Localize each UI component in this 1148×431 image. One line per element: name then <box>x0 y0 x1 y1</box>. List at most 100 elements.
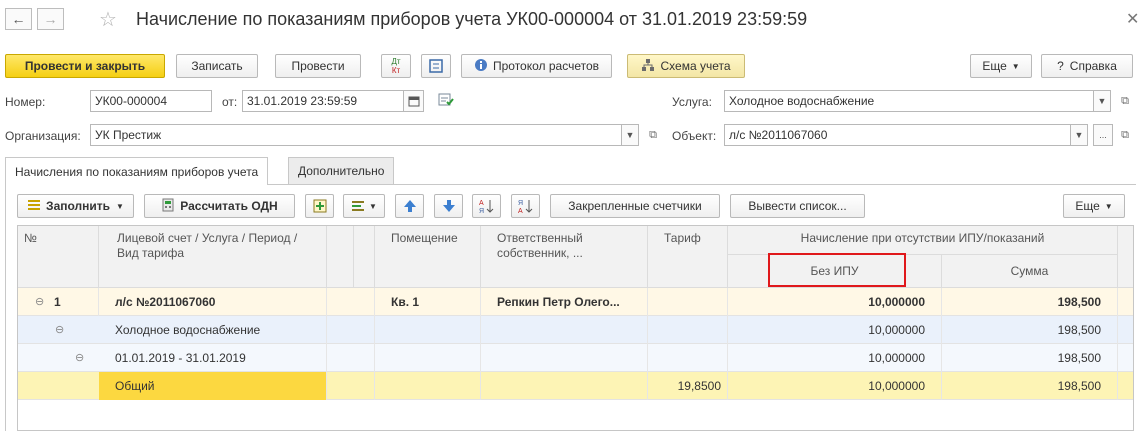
object-field[interactable]: л/с №2011067060 <box>724 124 1071 146</box>
tab-additional[interactable]: Дополнительно <box>288 157 395 184</box>
open-icon: ⧉ <box>649 128 657 141</box>
header-blank-3 <box>1118 226 1133 288</box>
protocol-label: Протокол расчетов <box>492 59 600 73</box>
sort-desc-button[interactable]: ЯА <box>511 194 540 218</box>
cell-tariff <box>648 344 728 372</box>
cell-account[interactable]: Общий <box>99 372 327 400</box>
arrow-down-icon <box>442 200 455 212</box>
object-label: Объект: <box>672 129 717 143</box>
calc-odn-button[interactable]: Рассчитать ОДН <box>144 194 295 218</box>
output-list-button[interactable]: Вывести список... <box>730 194 865 218</box>
scheme-button[interactable]: Схема учета <box>627 54 745 78</box>
scheme-label: Схема учета <box>660 59 731 73</box>
fixed-meters-button[interactable]: Закрепленные счетчики <box>550 194 720 218</box>
svg-text:Я: Я <box>518 200 523 207</box>
table-row[interactable]: Общий 19,8500 10,000000 198,500 <box>18 372 1133 400</box>
fill-button[interactable]: Заполнить ▼ <box>17 194 134 218</box>
fill-label: Заполнить <box>46 199 111 213</box>
date-label: от: <box>222 95 238 109</box>
service-dropdown-button[interactable]: ▼ <box>1093 90 1111 112</box>
highlight-box <box>768 253 906 287</box>
chevron-down-icon: ▼ <box>1074 130 1084 140</box>
post-and-close-button[interactable]: Провести и закрыть <box>5 54 165 78</box>
add-row-icon <box>313 199 326 213</box>
move-up-button[interactable] <box>395 194 424 218</box>
tab-accruals[interactable]: Начисления по показаниям приборов учета <box>5 157 269 185</box>
cell-owner <box>481 316 648 344</box>
sort-desc-icon: ЯА <box>518 200 532 214</box>
header-blank-2 <box>354 226 375 288</box>
close-icon[interactable]: ✕ <box>1126 9 1139 29</box>
object-select-button[interactable]: ... <box>1093 124 1113 146</box>
header-blank-1 <box>327 226 354 288</box>
table-more-button[interactable]: Еще ▼ <box>1063 194 1125 218</box>
chevron-down-icon: ▼ <box>369 201 377 211</box>
cell-room: Кв. 1 <box>375 288 481 316</box>
svg-text:Я: Я <box>479 208 484 214</box>
organization-open-button[interactable]: ⧉ <box>645 127 661 143</box>
cell-num: 1 <box>48 288 99 316</box>
cell-blank <box>327 288 375 316</box>
chevron-down-icon: ▼ <box>1097 96 1107 106</box>
table-row[interactable]: ⊖ Холодное водоснабжение 10,000000 198,5… <box>18 316 1133 344</box>
add-row-button[interactable] <box>305 194 334 218</box>
star-icon[interactable]: ☆ <box>99 7 117 32</box>
service-field[interactable]: Холодное водоснабжение <box>724 90 1094 112</box>
table-more-label: Еще <box>1075 199 1100 213</box>
number-label: Номер: <box>5 95 46 109</box>
move-down-button[interactable] <box>434 194 463 218</box>
cell-room <box>375 316 481 344</box>
cell-owner <box>481 372 648 400</box>
cell-blank <box>327 372 375 400</box>
help-icon: ? <box>1057 59 1064 73</box>
cell-no-ipu: 10,000000 <box>728 372 942 400</box>
organization-dropdown-button[interactable]: ▼ <box>621 124 639 146</box>
object-open-button[interactable]: ⧉ <box>1117 127 1133 143</box>
header-num[interactable]: № <box>18 226 99 288</box>
cell-num <box>18 316 99 344</box>
help-button[interactable]: ? Справка <box>1041 54 1133 78</box>
cell-account: Холодное водоснабжение <box>99 316 327 344</box>
collapse-icon[interactable]: ⊖ <box>35 295 44 308</box>
more-button[interactable]: Еще ▼ <box>970 54 1032 78</box>
header-sum[interactable]: Сумма <box>942 255 1118 288</box>
sort-asc-button[interactable]: АЯ <box>472 194 501 218</box>
cell-sum: 198,500 <box>942 372 1118 400</box>
svg-text:А: А <box>479 200 484 207</box>
number-field[interactable]: УК00-000004 <box>90 90 212 112</box>
document-status-icon[interactable] <box>437 92 455 111</box>
structure-button[interactable] <box>421 54 451 78</box>
calendar-icon <box>408 96 419 107</box>
cell-sum: 198,500 <box>942 344 1118 372</box>
open-icon: ⧉ <box>1121 94 1129 107</box>
header-room[interactable]: Помещение <box>375 226 481 288</box>
dt-kt-button[interactable]: Дт Кт <box>381 54 411 78</box>
header-owner[interactable]: Ответственный собственник, ... <box>481 226 648 288</box>
table-row[interactable]: ⊖ 1 л/с №2011067060 Кв. 1 Репкин Петр Ол… <box>18 288 1133 316</box>
forward-button[interactable]: → <box>37 8 64 30</box>
list-icon <box>352 201 365 211</box>
sort-asc-icon: АЯ <box>479 200 493 214</box>
post-button[interactable]: Провести <box>275 54 361 78</box>
cell-no-ipu: 10,000000 <box>728 344 942 372</box>
info-icon <box>474 58 488 75</box>
list-actions-button[interactable]: ▼ <box>343 194 385 218</box>
cell-num <box>18 344 99 372</box>
organization-field[interactable]: УК Престиж <box>90 124 622 146</box>
arrow-up-icon <box>403 200 416 212</box>
dt-label: Дт <box>391 57 401 66</box>
service-open-button[interactable]: ⧉ <box>1117 93 1133 109</box>
cell-tariff <box>648 316 728 344</box>
date-field[interactable]: 31.01.2019 23:59:59 <box>242 90 404 112</box>
calendar-button[interactable] <box>403 90 424 112</box>
object-dropdown-button[interactable]: ▼ <box>1070 124 1088 146</box>
organization-label: Организация: <box>5 129 81 143</box>
fill-icon <box>27 198 41 215</box>
back-button[interactable]: ← <box>5 8 32 30</box>
protocol-button[interactable]: Протокол расчетов <box>461 54 612 78</box>
header-tariff[interactable]: Тариф <box>648 226 728 288</box>
table-row[interactable]: ⊖ 01.01.2019 - 31.01.2019 10,000000 198,… <box>18 344 1133 372</box>
cell-tariff <box>648 288 728 316</box>
header-account[interactable]: Лицевой счет / Услуга / Период / Вид тар… <box>99 226 327 288</box>
save-button[interactable]: Записать <box>176 54 258 78</box>
